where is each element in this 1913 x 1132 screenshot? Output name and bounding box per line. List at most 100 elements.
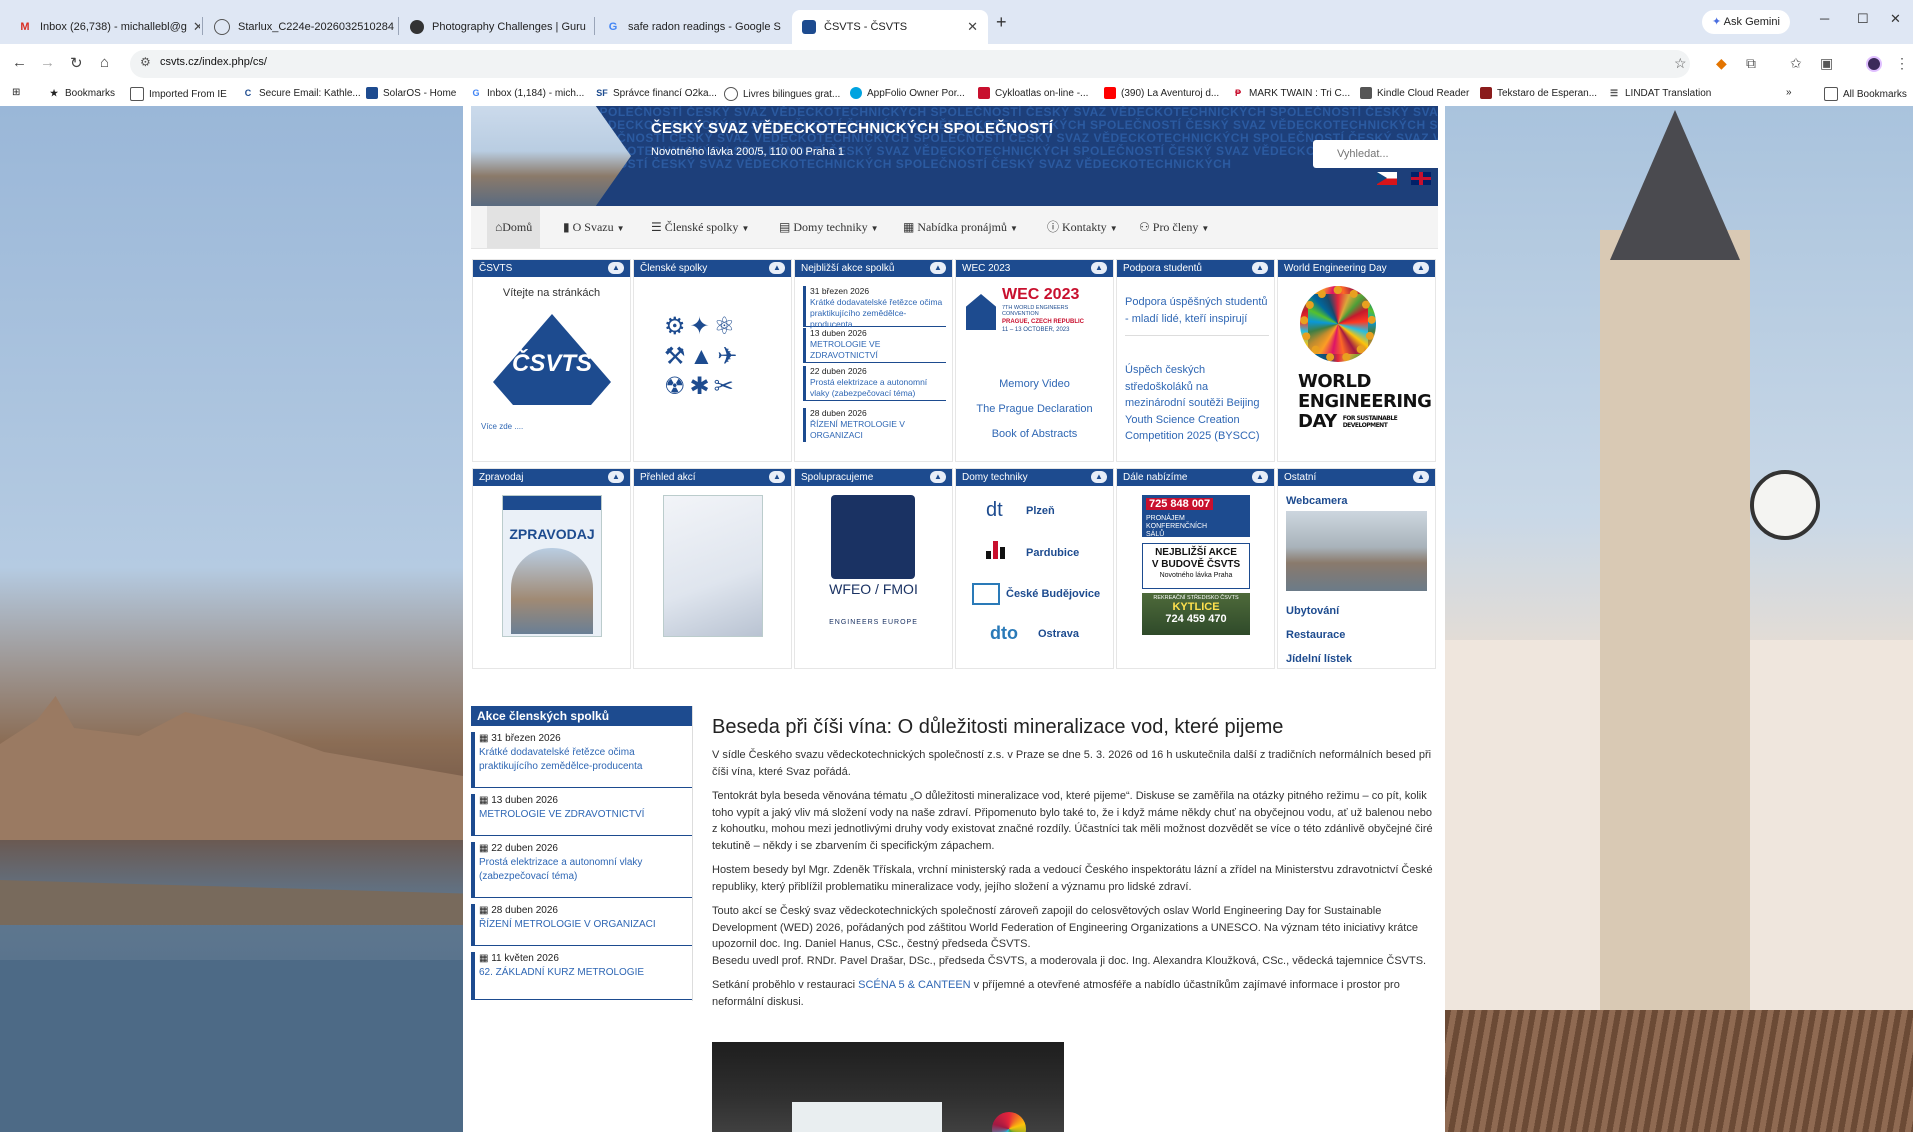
- browser-tab-csvts[interactable]: ČSVTS - ČSVTS ✕: [792, 10, 988, 44]
- new-tab-button[interactable]: +: [996, 12, 1007, 33]
- sidebar-event-item[interactable]: ▦ 11 květen 2026 62. ZÁKLADNÍ KURZ METROL…: [471, 952, 692, 1000]
- event-title[interactable]: Prostá elektrizace a autonomní vlaky (za…: [479, 856, 692, 884]
- browser-tab-google-search[interactable]: G safe radon readings - Google S ✕: [596, 10, 788, 44]
- site-info-icon[interactable]: ⚙: [140, 55, 151, 69]
- reading-mode-icon[interactable]: ▣: [1820, 55, 1833, 72]
- bookmark-item[interactable]: (390) La Aventuroj d...: [1104, 87, 1219, 99]
- bookmark-item[interactable]: ₱ MARK TWAIN : Tri C...: [1232, 87, 1350, 99]
- event-item[interactable]: 13 duben 2026 METROLOGIE VE ZDRAVOTNICTVÍ: [803, 328, 946, 363]
- bookmark-item[interactable]: Imported From IE: [130, 87, 227, 101]
- jidelni-listek-link[interactable]: Jídelní lístek: [1286, 647, 1352, 671]
- pronajem-salu-banner[interactable]: 725 848 007 PRONÁJEM KONFERENČNÍCH SÁLŮ: [1142, 495, 1250, 538]
- more-link[interactable]: Více zde ....: [481, 422, 523, 431]
- ask-gemini-button[interactable]: ✦ Ask Gemini: [1702, 10, 1790, 34]
- event-item[interactable]: 28 duben 2026 ŘÍZENÍ METROLOGIE V ORGANIZ…: [803, 408, 946, 442]
- menu-icon[interactable]: ⋮: [1895, 55, 1909, 72]
- event-title[interactable]: METROLOGIE VE ZDRAVOTNICTVÍ: [810, 339, 946, 361]
- engineers-europe-logo[interactable]: ENGINEERS EUROPE: [795, 619, 952, 626]
- nav-clenske-spolky[interactable]: ☰ Členské spolky ▼: [643, 206, 757, 248]
- forward-icon[interactable]: →: [40, 54, 55, 71]
- article-photo[interactable]: [712, 1042, 1064, 1132]
- event-title[interactable]: Krátké dodavatelské řetězce očima prakti…: [479, 746, 692, 774]
- bookmark-item[interactable]: SF Správce financí O2ka...: [596, 87, 717, 99]
- url-text[interactable]: csvts.cz/index.php/cs/: [160, 56, 267, 68]
- zpravodaj-cover[interactable]: ZPRAVODAJ: [502, 495, 602, 637]
- kytlice-banner[interactable]: REKREAČNÍ STŘEDISKO ČSVTS KYTLICE 724 45…: [1142, 593, 1250, 635]
- maximize-icon[interactable]: ☐: [1857, 11, 1869, 27]
- bookmark-star-icon[interactable]: ☆: [1674, 55, 1687, 72]
- back-icon[interactable]: ←: [12, 54, 27, 71]
- nav-kontakty[interactable]: ⓘ Kontakty ▼: [1039, 206, 1126, 248]
- article-title[interactable]: Beseda při číši vína: O důležitosti mine…: [712, 716, 1438, 739]
- dum-techniky-ostrava[interactable]: dto Ostrava: [990, 623, 1079, 644]
- apps-icon[interactable]: ⊞: [12, 87, 20, 98]
- extensions-puzzle-icon[interactable]: ⧉: [1746, 55, 1756, 72]
- dum-techniky-pardubice[interactable]: Pardubice: [986, 541, 1079, 564]
- webcam-link[interactable]: Webcamera: [1286, 495, 1348, 507]
- browser-tab-starlux[interactable]: Starlux_C224e-2026032510284 ✕: [204, 10, 396, 44]
- ubytovani-link[interactable]: Ubytování: [1286, 599, 1352, 623]
- favorites-icon[interactable]: ✩: [1790, 55, 1802, 72]
- prehled-akci-cover[interactable]: [663, 495, 763, 637]
- reload-icon[interactable]: ↻: [70, 54, 83, 72]
- bookmark-item[interactable]: ☰ LINDAT Translation: [1608, 87, 1711, 99]
- restaurant-link[interactable]: SCÉNA 5 & CANTEEN: [858, 979, 970, 991]
- bookmark-item[interactable]: SolarOS - Home: [366, 87, 456, 99]
- minimize-icon[interactable]: ─: [1820, 11, 1829, 26]
- profile-avatar[interactable]: [1866, 56, 1882, 72]
- nav-home[interactable]: ⌂Domů: [487, 206, 541, 248]
- close-tab-icon[interactable]: ✕: [961, 19, 978, 35]
- bookmark-item[interactable]: Livres bilingues grat...: [724, 87, 840, 101]
- wec-logo[interactable]: WEC 2023 7TH WORLD ENGINEERS CONVENTION …: [966, 286, 1106, 346]
- restaurace-link[interactable]: Restaurace: [1286, 623, 1352, 647]
- address-bar[interactable]: ⚙ csvts.cz/index.php/cs/: [130, 50, 1690, 78]
- english-flag-icon[interactable]: [1411, 172, 1431, 185]
- nejblizsi-akce-banner[interactable]: NEJBLIŽŠÍ AKCE V BUDOVĚ ČSVTS Novotného …: [1142, 543, 1250, 589]
- event-item[interactable]: 31 březen 2026 Krátké dodavatelské řetězc…: [803, 286, 946, 330]
- czech-flag-icon[interactable]: [1377, 172, 1397, 185]
- browser-tab-gurushots[interactable]: Photography Challenges | Guru ✕: [400, 10, 592, 44]
- all-bookmarks-button[interactable]: All Bookmarks: [1824, 87, 1907, 101]
- dum-techniky-ceske-budejovice[interactable]: České Budějovice: [972, 583, 1100, 605]
- sidebar-event-item[interactable]: ▦ 28 duben 2026 ŘÍZENÍ METROLOGIE V ORGAN…: [471, 904, 692, 946]
- memory-video-link[interactable]: Memory Video: [956, 372, 1113, 397]
- home-icon[interactable]: ⌂: [100, 54, 109, 71]
- site-title[interactable]: ČESKÝ SVAZ VĚDECKOTECHNICKÝCH SPOLEČNOST…: [651, 120, 1053, 137]
- browser-tab-gmail[interactable]: M Inbox (26,738) - michallebl@g ✕: [8, 10, 200, 44]
- bookmark-item[interactable]: ★ Bookmarks: [48, 87, 115, 99]
- extension-icon[interactable]: ◆: [1716, 55, 1727, 72]
- bookmarks-overflow-button[interactable]: »: [1786, 87, 1792, 98]
- close-tab-icon[interactable]: ✕: [781, 19, 788, 35]
- podpora-link-2[interactable]: Úspěch českých středoškoláků na mezináro…: [1125, 362, 1269, 445]
- bookmark-item[interactable]: AppFolio Owner Por...: [850, 87, 965, 99]
- podpora-link-1[interactable]: Podpora úspěšných studentů - mladí lidé,…: [1125, 294, 1269, 336]
- close-tab-icon[interactable]: ✕: [394, 19, 396, 35]
- nav-nabidka-pronajmu[interactable]: ▦ Nabídka pronájmů ▼: [895, 206, 1026, 248]
- webcam-image[interactable]: [1286, 511, 1427, 591]
- event-title[interactable]: METROLOGIE VE ZDRAVOTNICTVÍ: [479, 808, 692, 822]
- bookmark-item[interactable]: C Secure Email: Kathle...: [242, 87, 361, 99]
- bookmark-item[interactable]: Tekstaro de Esperan...: [1480, 87, 1597, 99]
- bookmark-item[interactable]: G Inbox (1,184) - mich...: [470, 87, 584, 99]
- dum-techniky-plzen[interactable]: dt Plzeň: [986, 499, 1055, 522]
- wed-logo[interactable]: WORLD ENGINEERING DAY FOR SUSTAINABLE DEV…: [1298, 372, 1432, 432]
- nav-pro-cleny[interactable]: ⚇ Pro členy ▼: [1131, 206, 1217, 248]
- bookmark-item[interactable]: Kindle Cloud Reader: [1360, 87, 1469, 99]
- close-tab-icon[interactable]: ✕: [586, 19, 593, 35]
- event-title[interactable]: 62. ZÁKLADNÍ KURZ METROLOGIE: [479, 966, 692, 980]
- sidebar-event-item[interactable]: ▦ 31 březen 2026 Krátké dodavatelské řetě…: [471, 732, 692, 788]
- book-of-abstracts-link[interactable]: Book of Abstracts: [956, 422, 1113, 447]
- close-window-icon[interactable]: ✕: [1890, 11, 1901, 27]
- bookmark-item[interactable]: Cykloatlas on-line -...: [978, 87, 1088, 99]
- wfeo-tree-icon[interactable]: [831, 495, 915, 579]
- event-title[interactable]: Krátké dodavatelské řetězce očima prakti…: [810, 297, 946, 330]
- search-input[interactable]: [1313, 140, 1438, 168]
- event-title[interactable]: ŘÍZENÍ METROLOGIE V ORGANIZACI: [810, 419, 946, 441]
- sidebar-event-item[interactable]: ▦ 13 duben 2026 METROLOGIE VE ZDRAVOTNICT…: [471, 794, 692, 836]
- sidebar-event-item[interactable]: ▦ 22 duben 2026 Prostá elektrizace a auto…: [471, 842, 692, 898]
- nav-o-svazu[interactable]: ▮ O Svazu ▼: [555, 206, 633, 248]
- event-title[interactable]: Prostá elektrizace a autonomní vlaky (za…: [810, 377, 946, 399]
- event-item[interactable]: 22 duben 2026 Prostá elektrizace a autono…: [803, 366, 946, 401]
- event-title[interactable]: ŘÍZENÍ METROLOGIE V ORGANIZACI: [479, 918, 692, 932]
- close-tab-icon[interactable]: ✕: [187, 19, 200, 35]
